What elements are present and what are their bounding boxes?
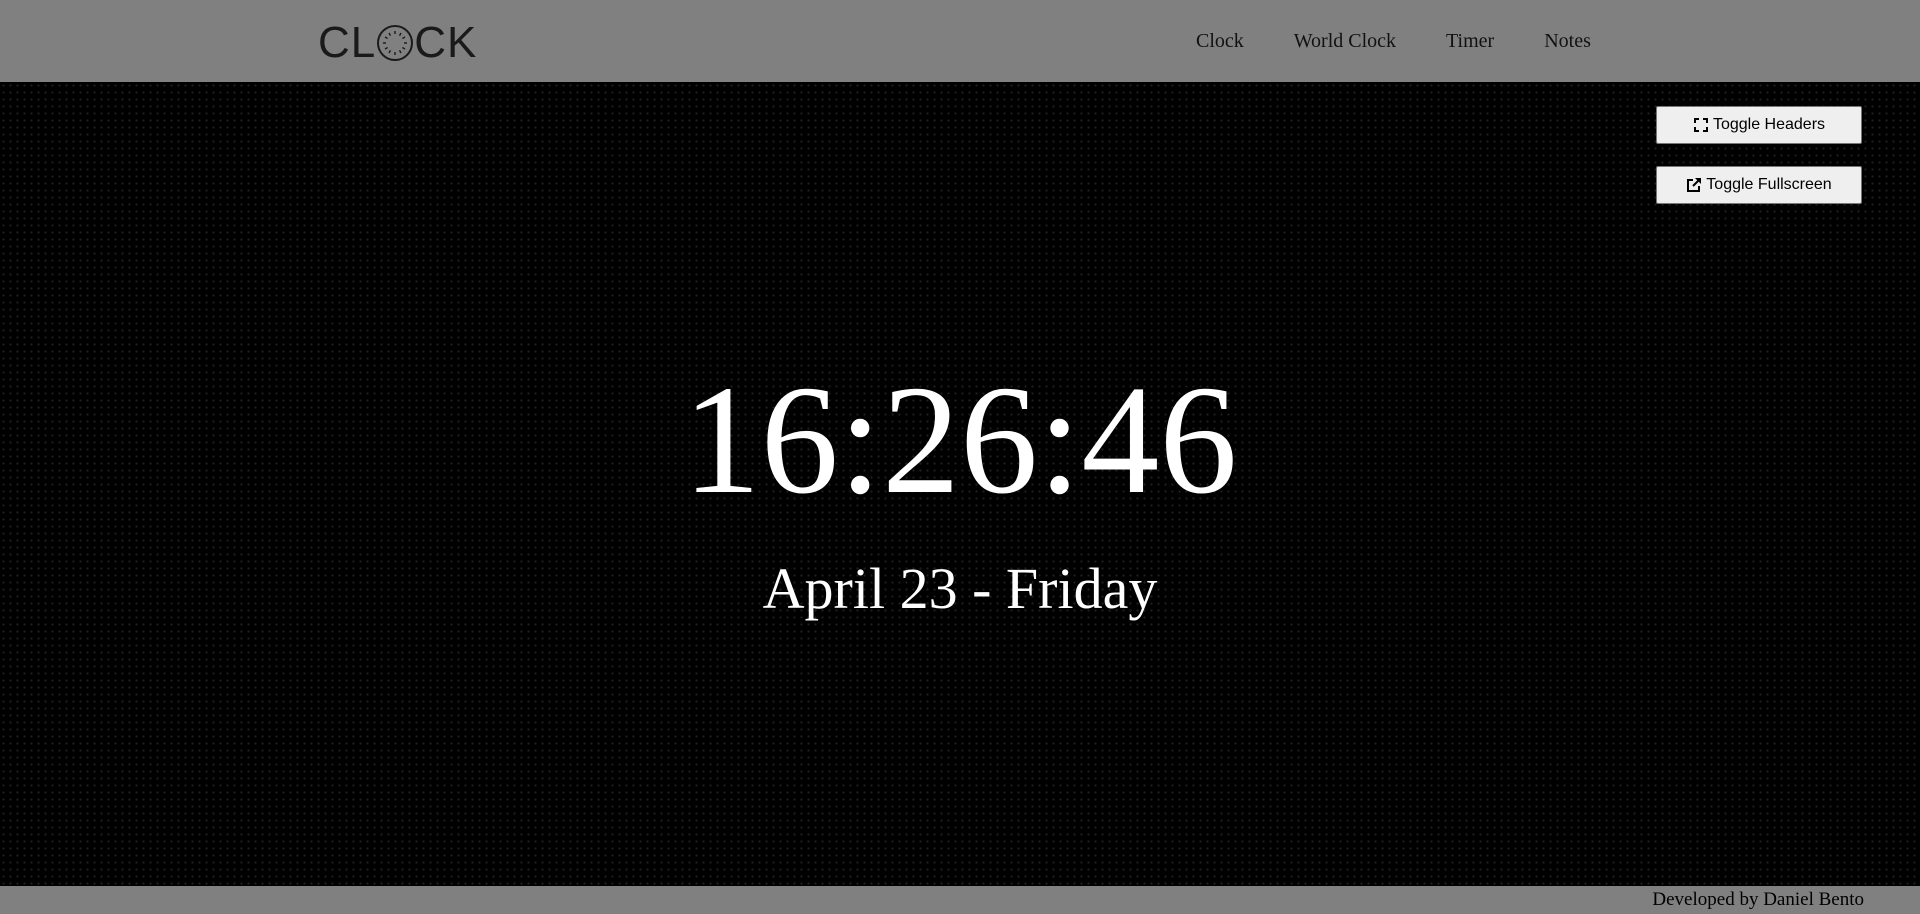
current-date: April 23 - Friday bbox=[762, 556, 1158, 621]
nav-item-world-clock[interactable]: World Clock bbox=[1294, 30, 1396, 53]
toggle-headers-label: Toggle Headers bbox=[1712, 116, 1826, 133]
clock-face-icon bbox=[377, 25, 414, 61]
nav-item-timer[interactable]: Timer bbox=[1446, 30, 1494, 53]
logo-text-start: CL bbox=[318, 18, 377, 67]
clock-logo[interactable]: CL CK bbox=[318, 18, 477, 67]
toggle-fullscreen-button[interactable]: Toggle Fullscreen bbox=[1656, 166, 1862, 204]
nav-item-notes[interactable]: Notes bbox=[1544, 30, 1591, 53]
expand-icon bbox=[1693, 117, 1709, 133]
logo-text-end: CK bbox=[414, 18, 478, 67]
toggle-headers-button[interactable]: Toggle Headers bbox=[1656, 106, 1862, 144]
clock-display-area: Toggle Headers Toggle Fullscreen 16:26:4… bbox=[0, 82, 1920, 886]
external-link-icon bbox=[1686, 177, 1702, 193]
main-nav: Clock World Clock Timer Notes bbox=[1196, 30, 1591, 53]
nav-item-clock[interactable]: Clock bbox=[1196, 30, 1244, 53]
header-bar: CL CK Clock World Clock Timer Notes bbox=[0, 0, 1920, 82]
developer-credit: Developed by Daniel Bento bbox=[1652, 889, 1864, 910]
footer-bar: Developed by Daniel Bento bbox=[0, 886, 1920, 914]
toggle-fullscreen-label: Toggle Fullscreen bbox=[1706, 176, 1832, 193]
current-time: 16:26:46 bbox=[682, 353, 1238, 526]
